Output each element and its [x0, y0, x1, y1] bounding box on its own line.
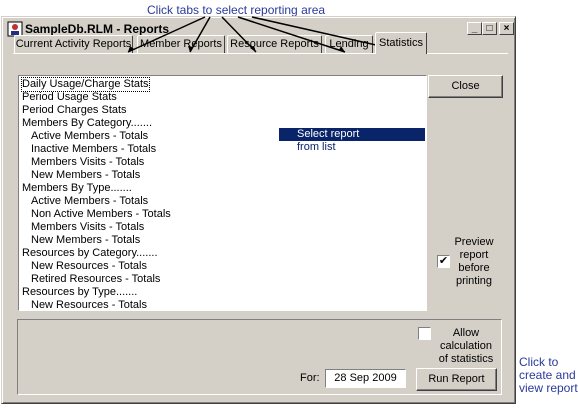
for-label: For:	[300, 372, 320, 384]
list-item[interactable]: Resources by Type.......	[22, 286, 137, 299]
allow-calculation-line-3: of statistics	[438, 353, 494, 365]
list-item[interactable]: Non Active Members - Totals	[31, 208, 171, 221]
list-item[interactable]: Members Visits - Totals	[31, 156, 144, 169]
close-button[interactable]: Close	[428, 75, 503, 98]
list-item[interactable]: New Resources - Totals	[31, 299, 147, 310]
list-item[interactable]: New Resources - Totals	[31, 260, 147, 273]
run-report-button[interactable]: Run Report	[416, 368, 497, 391]
list-item[interactable]: Retired Resources - Totals	[31, 273, 160, 286]
list-item[interactable]: New Members - Totals	[31, 234, 140, 247]
date-field[interactable]: 28 Sep 2009	[325, 369, 406, 388]
list-item[interactable]: Period Usage Stats	[22, 91, 117, 104]
tab-statistics[interactable]: Statistics	[375, 32, 427, 54]
preview-label-line-4: printing	[455, 275, 493, 287]
hint-text-line-2: from list	[297, 141, 336, 153]
preview-label-line-2: report	[459, 249, 489, 261]
list-item[interactable]: New Members - Totals	[31, 169, 140, 182]
list-item[interactable]: Members By Category.......	[22, 117, 152, 130]
hint-text-line-1: Select report	[297, 128, 360, 140]
preview-label-line-3: before	[458, 262, 490, 274]
list-item[interactable]: Active Members - Totals	[31, 130, 148, 143]
allow-calculation-label: Allow calculation of statistics	[436, 327, 496, 366]
checkmark-icon: ✔	[438, 255, 449, 267]
allow-calculation-line-1: Allow	[452, 327, 480, 339]
list-item[interactable]: Active Members - Totals	[31, 195, 148, 208]
allow-calculation-line-2: calculation	[440, 340, 492, 352]
report-list[interactable]: Daily Usage/Charge Stats Period Usage Sta…	[18, 75, 427, 311]
list-item[interactable]: Members By Type.......	[22, 182, 132, 195]
preview-label: Preview report before printing	[448, 236, 500, 288]
arrow-to-tab-3	[221, 16, 257, 53]
list-item[interactable]: Resources by Category.......	[22, 247, 158, 260]
list-item[interactable]: Members Visits - Totals	[31, 221, 144, 234]
list-item[interactable]: Inactive Members - Totals	[31, 143, 156, 156]
preview-checkbox[interactable]: ✔	[437, 255, 450, 268]
preview-label-line-1: Preview	[454, 236, 494, 248]
allow-calculation-checkbox[interactable]	[418, 327, 431, 340]
list-item[interactable]: Daily Usage/Charge Stats	[21, 77, 150, 92]
list-item[interactable]: Period Charges Stats	[22, 104, 127, 117]
